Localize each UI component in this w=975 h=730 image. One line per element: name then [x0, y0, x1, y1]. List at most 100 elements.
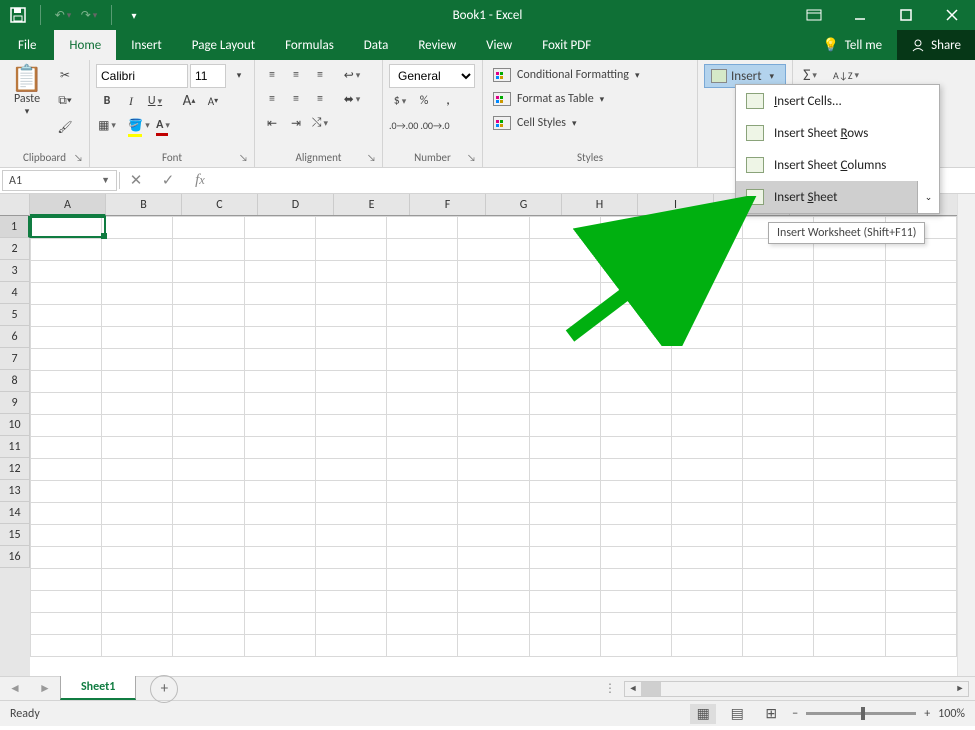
cell[interactable]	[387, 283, 458, 305]
cell[interactable]	[600, 283, 671, 305]
zoom-out-icon[interactable]: −	[792, 707, 798, 721]
cell[interactable]	[244, 547, 315, 569]
cell[interactable]	[387, 547, 458, 569]
sheet-tab-sheet1[interactable]: Sheet1	[60, 676, 136, 700]
tab-page-layout[interactable]: Page Layout	[177, 30, 270, 60]
cell[interactable]	[102, 283, 173, 305]
increase-decimal-icon[interactable]: .0→.00	[389, 114, 418, 136]
cell[interactable]	[31, 569, 102, 591]
cell[interactable]	[102, 613, 173, 635]
format-as-table-button[interactable]: Format as Table▾	[489, 90, 691, 108]
row-header[interactable]: 15	[0, 524, 30, 546]
cell[interactable]	[885, 349, 956, 371]
cell[interactable]	[387, 613, 458, 635]
cell[interactable]	[315, 525, 386, 547]
cell[interactable]	[102, 547, 173, 569]
merge-center-icon[interactable]: ⬌	[341, 88, 363, 110]
cell[interactable]	[671, 459, 742, 481]
cell[interactable]	[315, 239, 386, 261]
tab-review[interactable]: Review	[403, 30, 471, 60]
row-header[interactable]: 3	[0, 260, 30, 282]
cell[interactable]	[458, 283, 529, 305]
cell[interactable]	[600, 415, 671, 437]
cell[interactable]	[315, 547, 386, 569]
cell[interactable]	[671, 503, 742, 525]
row-header[interactable]: 2	[0, 238, 30, 260]
cell[interactable]	[671, 569, 742, 591]
bold-button[interactable]: B	[96, 90, 118, 112]
tab-foxit-pdf[interactable]: Foxit PDF	[527, 30, 606, 60]
insert-function-icon[interactable]: fx	[184, 168, 216, 193]
cell[interactable]	[458, 327, 529, 349]
cell[interactable]	[102, 591, 173, 613]
cell[interactable]	[743, 437, 814, 459]
cell[interactable]	[173, 481, 244, 503]
ribbon-display-options-icon[interactable]	[791, 0, 837, 30]
autosum-icon[interactable]: Σ	[799, 64, 821, 86]
cell[interactable]	[458, 635, 529, 657]
cell[interactable]	[671, 437, 742, 459]
copy-icon[interactable]: ⧉▾	[54, 90, 76, 112]
insert-sheet-item[interactable]: Insert Sheet ⌄	[736, 181, 939, 213]
cell[interactable]	[315, 635, 386, 657]
col-header[interactable]: E	[334, 194, 410, 215]
cell[interactable]	[671, 261, 742, 283]
cell[interactable]	[244, 283, 315, 305]
insert-sheet-columns-item[interactable]: Insert Sheet Columns	[736, 149, 939, 181]
cell[interactable]	[173, 327, 244, 349]
insert-sheet-rows-item[interactable]: Insert Sheet Rows	[736, 117, 939, 149]
cell[interactable]	[31, 591, 102, 613]
align-left-icon[interactable]: ≡	[261, 88, 283, 110]
cell[interactable]	[31, 283, 102, 305]
col-header[interactable]: A	[30, 194, 106, 216]
cell[interactable]	[102, 459, 173, 481]
cell[interactable]	[743, 393, 814, 415]
cell[interactable]	[458, 415, 529, 437]
cell[interactable]	[387, 503, 458, 525]
cell[interactable]	[885, 635, 956, 657]
cell[interactable]	[885, 459, 956, 481]
cell[interactable]	[244, 525, 315, 547]
sort-filter-icon[interactable]: A↓Z	[833, 64, 859, 86]
share-button[interactable]: Share	[897, 30, 975, 60]
cell[interactable]	[671, 591, 742, 613]
cell[interactable]	[244, 239, 315, 261]
cell[interactable]	[458, 393, 529, 415]
cell[interactable]	[885, 547, 956, 569]
align-center-icon[interactable]: ≡	[285, 88, 307, 110]
cell[interactable]	[458, 613, 529, 635]
tab-view[interactable]: View	[471, 30, 527, 60]
maximize-icon[interactable]	[883, 0, 929, 30]
cell[interactable]	[31, 547, 102, 569]
cell[interactable]	[814, 371, 885, 393]
conditional-formatting-button[interactable]: Conditional Formatting▾	[489, 66, 691, 84]
cell[interactable]	[244, 327, 315, 349]
cell[interactable]	[458, 261, 529, 283]
cell[interactable]	[173, 569, 244, 591]
cell[interactable]	[600, 547, 671, 569]
redo-icon[interactable]: ↷	[81, 7, 97, 23]
row-header[interactable]: 10	[0, 414, 30, 436]
cell[interactable]	[671, 393, 742, 415]
cell[interactable]	[743, 569, 814, 591]
cell[interactable]	[743, 327, 814, 349]
zoom-level[interactable]: 100%	[938, 707, 965, 721]
cell[interactable]	[102, 371, 173, 393]
cell[interactable]	[458, 459, 529, 481]
insert-sheet-expand-icon[interactable]: ⌄	[917, 181, 939, 213]
cell[interactable]	[102, 415, 173, 437]
cell[interactable]	[885, 481, 956, 503]
cell[interactable]	[671, 327, 742, 349]
cell[interactable]	[173, 525, 244, 547]
font-name-combo[interactable]	[96, 64, 188, 88]
cell[interactable]	[387, 261, 458, 283]
row-header[interactable]: 1	[0, 216, 30, 238]
paste-button[interactable]: 📋 Paste ▾	[6, 64, 48, 149]
cell[interactable]	[244, 371, 315, 393]
cell[interactable]	[315, 591, 386, 613]
cell[interactable]	[244, 305, 315, 327]
increase-indent-icon[interactable]: ⇥	[285, 112, 307, 134]
cell[interactable]	[885, 261, 956, 283]
cell[interactable]	[671, 349, 742, 371]
decrease-indent-icon[interactable]: ⇤	[261, 112, 283, 134]
